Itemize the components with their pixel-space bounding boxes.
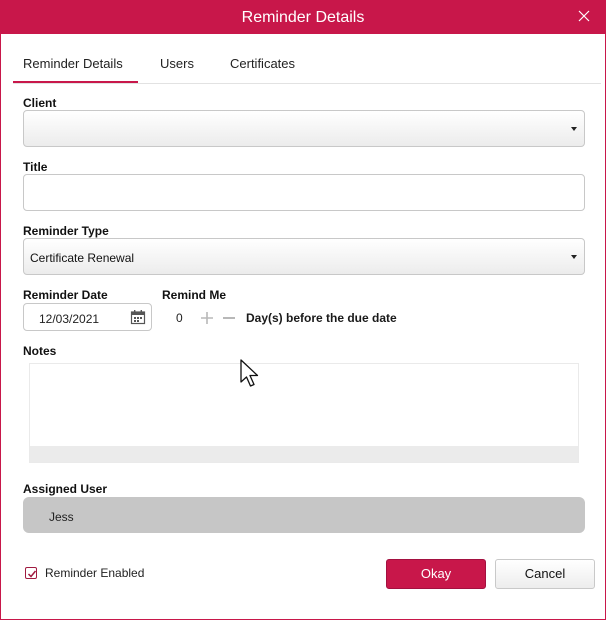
plus-icon[interactable] xyxy=(199,310,215,326)
reminder-date-value: 12/03/2021 xyxy=(39,312,100,326)
cancel-button[interactable]: Cancel xyxy=(495,559,595,589)
reminder-enabled-label[interactable]: Reminder Enabled xyxy=(45,566,144,580)
tab-bar: Reminder Details Users Certificates xyxy=(13,34,601,84)
reminder-enabled-checkbox[interactable] xyxy=(25,567,37,579)
reminder-date-picker[interactable]: 12/03/2021 xyxy=(23,303,152,331)
assigned-user-field: Jess xyxy=(23,497,585,533)
active-tab-indicator xyxy=(13,81,138,83)
chevron-down-icon xyxy=(571,254,577,259)
mouse-cursor-icon xyxy=(239,358,261,390)
reminder-type-label: Reminder Type xyxy=(23,224,109,238)
title-bar: Reminder Details xyxy=(1,1,605,34)
close-icon[interactable] xyxy=(577,9,591,23)
window-title: Reminder Details xyxy=(241,9,365,26)
reminder-type-value: Certificate Renewal xyxy=(30,251,135,265)
title-label: Title xyxy=(23,160,48,174)
notes-textarea[interactable] xyxy=(29,363,579,463)
remind-me-label: Remind Me xyxy=(162,288,227,302)
chevron-down-icon xyxy=(571,126,577,131)
notes-label: Notes xyxy=(23,344,57,358)
tab-certificates[interactable]: Certificates xyxy=(230,56,295,71)
client-dropdown[interactable] xyxy=(23,110,585,147)
assigned-user-label: Assigned User xyxy=(23,482,108,496)
tab-reminder-details[interactable]: Reminder Details xyxy=(23,56,123,71)
remind-me-value[interactable]: 0 xyxy=(176,311,183,325)
minus-icon[interactable] xyxy=(221,310,237,326)
reminder-type-dropdown[interactable]: Certificate Renewal xyxy=(23,238,585,275)
notes-scrollbar[interactable] xyxy=(30,446,578,462)
okay-button[interactable]: Okay xyxy=(386,559,486,589)
assigned-user-value: Jess xyxy=(49,510,74,524)
tab-users[interactable]: Users xyxy=(160,56,194,71)
title-input[interactable] xyxy=(23,174,585,211)
calendar-icon[interactable] xyxy=(130,309,146,325)
check-icon xyxy=(27,570,37,578)
reminder-details-dialog: Reminder Details Reminder Details Users … xyxy=(0,0,606,620)
reminder-date-label: Reminder Date xyxy=(23,288,108,302)
remind-me-suffix: Day(s) before the due date xyxy=(246,311,397,325)
client-label: Client xyxy=(23,96,57,110)
